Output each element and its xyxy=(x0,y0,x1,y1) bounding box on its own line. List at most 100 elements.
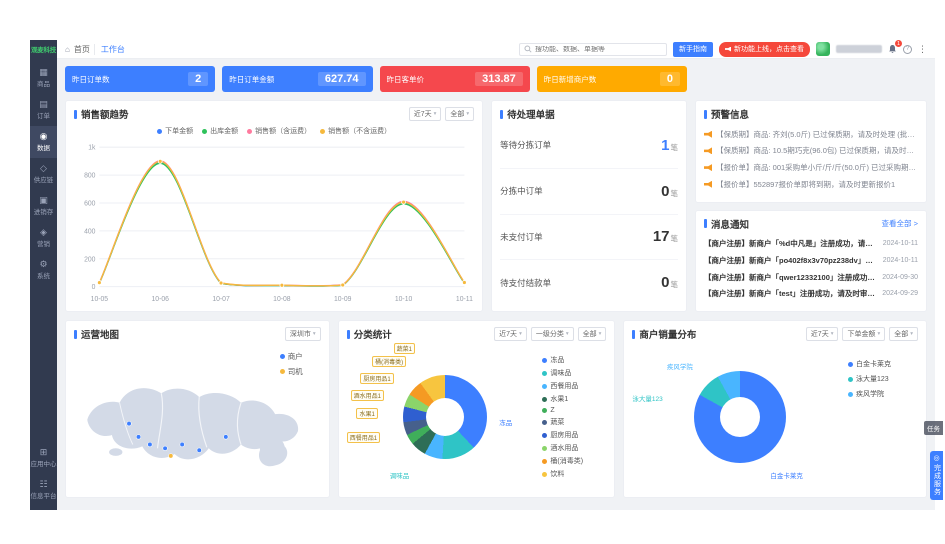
notification-badge: 1 xyxy=(895,40,902,47)
legend-label: 饮料 xyxy=(550,469,564,479)
filter-select[interactable]: 近7天▾ xyxy=(806,327,839,341)
alert-item[interactable]: 【报价单】552897报价单即将到期，请及时更新报价1 xyxy=(704,179,918,190)
title-accent xyxy=(74,330,77,339)
search-input[interactable] xyxy=(535,46,662,53)
filter-select[interactable]: 全部▾ xyxy=(889,327,918,341)
service-tab[interactable]: ◎ 完成服务 xyxy=(930,451,943,500)
chevron-down-icon: ▾ xyxy=(313,331,316,337)
legend-dot xyxy=(542,433,547,438)
filter-select[interactable]: 近7天▾ xyxy=(409,107,442,121)
stat-card-0: 昨日订单数2 xyxy=(65,66,215,92)
filter-select[interactable]: 深圳市▾ xyxy=(285,327,321,341)
legend-item[interactable]: 疾风学院 xyxy=(848,389,918,399)
pending-row[interactable]: 等待分拣订单 1笔 xyxy=(500,123,678,169)
more-icon[interactable]: ⋮ xyxy=(918,44,927,55)
merchant-chart-area: 疾风学院泳大量123白金卡莱克 xyxy=(632,343,848,491)
tab-workbench[interactable]: 工作台 xyxy=(94,44,125,55)
pending-label: 等待分拣订单 xyxy=(500,139,551,151)
help-icon[interactable]: ? xyxy=(903,45,912,54)
task-tab[interactable]: 任务 xyxy=(924,421,943,435)
message-date: 2024-09-30 xyxy=(882,274,918,281)
sidebar-item-goods[interactable]: ▦商品 xyxy=(30,62,57,94)
map-point xyxy=(148,442,153,447)
alerts-list: 【保质期】商品: 齐刘(5.0斤) 已过保质期，请及时处理 (批次号: T10…… xyxy=(704,123,918,196)
legend-item[interactable]: 蔬菜 xyxy=(542,417,606,427)
title-accent xyxy=(704,219,707,228)
legend-label: 疾风学院 xyxy=(856,389,884,399)
legend-dot xyxy=(202,129,207,134)
filter-select[interactable]: 全部▾ xyxy=(445,107,474,121)
svg-text:10-10: 10-10 xyxy=(395,296,413,303)
pending-row[interactable]: 待支付结款单0笔 xyxy=(500,260,678,305)
legend-label: 水果1 xyxy=(550,394,568,404)
pending-value: 1笔 xyxy=(661,137,678,154)
alert-item[interactable]: 【报价单】商品: 001采购单小斤/斤/斤(50.0斤) 已过采购期，请及时… xyxy=(704,162,918,173)
legend-item[interactable]: 销售额（含运费） xyxy=(247,126,311,136)
legend-item[interactable]: 厨房用品 xyxy=(542,430,606,440)
message-item[interactable]: 【商户注册】新商户「test」注册成功，请及时审核。2024-09-29 xyxy=(704,288,918,299)
legend-item[interactable]: 下单金额 xyxy=(157,126,193,136)
legend-label: 商户 xyxy=(288,351,303,362)
legend-item[interactable]: 司机 xyxy=(280,366,303,377)
sidebar-item-marketing[interactable]: ◈营销 xyxy=(30,222,57,254)
sidebar-item-orders[interactable]: ▤订单 xyxy=(30,94,57,126)
message-date: 2024-09-29 xyxy=(882,290,918,297)
pending-value: 0笔 xyxy=(661,274,678,291)
legend-item[interactable]: 桶(消毒类) xyxy=(542,456,606,466)
view-all-link[interactable]: 查看全部 > xyxy=(882,218,918,229)
sidebar-item-app-center[interactable]: ⊞应用中心 xyxy=(30,442,57,474)
legend-label: 销售额（不含运费） xyxy=(328,126,391,136)
breadcrumb-home[interactable]: 首页 xyxy=(74,44,90,55)
message-item[interactable]: 【商户注册】新商户「qwer12332100」注册成功，请及时审…2024-09… xyxy=(704,272,918,283)
legend-item[interactable]: Z xyxy=(542,407,606,414)
horn-icon xyxy=(704,164,712,171)
pending-unit: 笔 xyxy=(671,189,679,198)
map-point xyxy=(224,435,229,440)
sidebar-item-inventory[interactable]: ▣进销存 xyxy=(30,190,57,222)
notifications-button[interactable]: 1 xyxy=(888,44,897,54)
legend-item[interactable]: 西餐用品 xyxy=(542,381,606,391)
map-point xyxy=(197,448,202,453)
promo-button[interactable]: 新功能上线，点击查看 xyxy=(719,42,810,57)
avatar[interactable] xyxy=(816,42,830,56)
chart-callout: 白金卡莱克 xyxy=(770,470,803,480)
map-body: 商户司机 xyxy=(74,343,321,491)
filter-select[interactable]: 近7天▾ xyxy=(494,327,527,341)
pending-row[interactable]: 分拣中订单0笔 xyxy=(500,169,678,215)
legend-item[interactable]: 泳大量123 xyxy=(848,374,918,384)
sidebar-item-info-platform[interactable]: ☷信息平台 xyxy=(30,474,57,506)
message-item[interactable]: 【商户注册】新商户「po402f8x3v70pz238dv」注册成功，请…202… xyxy=(704,255,918,266)
sidebar-item-label: 营销 xyxy=(37,238,50,248)
alert-item[interactable]: 【保质期】商品: 10.5期巧克(96.0包) 已过保质期，请及时处理… xyxy=(704,145,918,156)
legend-item[interactable]: 水果1 xyxy=(542,394,606,404)
message-item[interactable]: 【商户注册】新商户「%d中凡是」注册成功，请及时审核。2024-10-11 xyxy=(704,238,918,249)
app-logo: 观麦科技 xyxy=(30,40,57,62)
category-chart-area: 冻品调味品西餐用品1水果1酒水用品1厨房用品1桶(消毒类)蔬菜1 xyxy=(347,343,543,491)
alert-item[interactable]: 【保质期】商品: 齐刘(5.0斤) 已过保质期，请及时处理 (批次号: T10… xyxy=(704,129,918,140)
legend-item[interactable]: 冻品 xyxy=(542,355,606,365)
legend-item[interactable]: 白金卡莱克 xyxy=(848,359,918,369)
legend-item[interactable]: 饮料 xyxy=(542,469,606,479)
filter-select[interactable]: 一级分类▾ xyxy=(531,327,574,341)
guide-button[interactable]: 新手指南 xyxy=(673,42,713,57)
sidebar-item-system[interactable]: ⚙系统 xyxy=(30,254,57,286)
donut-hole xyxy=(426,398,464,436)
filter-select[interactable]: 全部▾ xyxy=(578,327,607,341)
legend-item[interactable]: 出库金额 xyxy=(202,126,238,136)
legend-item[interactable]: 销售额（不含运费） xyxy=(320,126,391,136)
sidebar-nav: ▦商品▤订单◉数据◇供应链▣进销存◈营销⚙系统 ⊞应用中心☷信息平台 xyxy=(30,62,57,510)
chevron-down-icon: ▾ xyxy=(434,111,437,117)
stat-card-value: 627.74 xyxy=(318,72,366,86)
orders-icon: ▤ xyxy=(39,100,48,109)
pending-label: 分拣中订单 xyxy=(500,185,543,197)
legend-item[interactable]: 酒水用品 xyxy=(542,443,606,453)
filter-select[interactable]: 下单金额▾ xyxy=(842,327,885,341)
search-box[interactable] xyxy=(519,43,667,56)
sidebar-item-data[interactable]: ◉数据 xyxy=(30,126,57,158)
sidebar-item-supply-chain[interactable]: ◇供应链 xyxy=(30,158,57,190)
inventory-icon: ▣ xyxy=(39,196,48,205)
legend-item[interactable]: 调味品 xyxy=(542,368,606,378)
legend-item[interactable]: 商户 xyxy=(280,351,303,362)
legend-dot xyxy=(157,129,162,134)
pending-row[interactable]: 未支付订单17笔 xyxy=(500,215,678,261)
